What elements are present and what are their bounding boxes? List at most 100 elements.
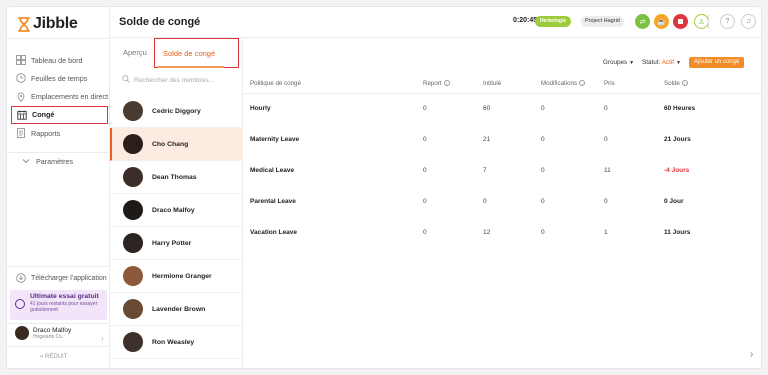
member-name: Dean Thomas — [152, 173, 197, 181]
cell-balance: -4 Jours — [664, 167, 690, 174]
table-row[interactable]: Medical Leave 0 7 0 11 -4 Jours — [243, 156, 761, 187]
sidebar-divider — [7, 38, 110, 39]
member-name: Lavender Brown — [152, 305, 206, 313]
add-leave-button[interactable]: Ajouter un congé — [688, 57, 745, 68]
logo[interactable]: Jibble — [18, 15, 78, 33]
sidebar-item-live-locations[interactable]: Emplacements en direct — [11, 88, 108, 106]
user-profile[interactable]: Draco Malfoy Hogwarts Co. — [15, 326, 71, 340]
header-divider — [708, 15, 709, 29]
column-header-policy: Politique de congé — [250, 80, 301, 87]
sidebar-item-dashboard[interactable]: Tableau de bord — [11, 51, 108, 69]
notifications-button[interactable]: ♫ — [741, 14, 756, 29]
download-icon — [16, 273, 26, 283]
member-search-input[interactable]: Rechercher des membres... — [122, 75, 214, 85]
table-row[interactable]: Maternity Leave 0 21 0 0 21 Jours — [243, 125, 761, 156]
column-header-initial: Intitulé — [483, 80, 502, 87]
groups-label: Groupes — [603, 59, 628, 66]
list-item[interactable]: Hermione Granger — [110, 260, 243, 293]
trial-title: Ultimate essai gratuit — [30, 293, 99, 300]
table-header: Politique de congé Report i Intitulé Modi… — [243, 74, 761, 94]
download-app-link[interactable]: Télécharger l'application — [16, 273, 107, 283]
member-name: Cho Chang — [152, 140, 189, 148]
break-button[interactable]: ☕ — [654, 14, 669, 29]
sidebar-item-reports[interactable]: Rapports — [11, 124, 108, 142]
double-chevron-left-icon: « — [40, 354, 44, 360]
sidebar-item-label: Rapports — [31, 128, 61, 138]
help-button[interactable]: ? — [720, 14, 735, 29]
groups-filter[interactable]: Groupes ▼ — [603, 59, 634, 66]
sidebar-item-settings[interactable]: Paramètres — [16, 152, 73, 170]
leave-balance-table-area: Groupes ▼ Statut: Actif ▼ Ajouter un congé… — [243, 38, 761, 368]
swap-icon: ⇄ — [639, 18, 646, 26]
hourglass-logo-icon — [18, 16, 30, 32]
cell-modifications: 0 — [541, 229, 545, 236]
cell-carryover: 0 — [423, 229, 427, 236]
sidebar-item-label: Tableau de bord — [31, 55, 83, 65]
dashboard-icon — [16, 55, 26, 65]
member-name: Draco Malfoy — [152, 206, 195, 214]
sidebar-item-leave[interactable]: Congé — [11, 105, 108, 124]
timer-readout: 0:20:45 — [513, 17, 538, 24]
sidebar-item-label: Congé — [32, 110, 55, 120]
tab-overview[interactable]: Aperçu — [123, 38, 147, 68]
column-header-modifications: Modifications i — [541, 80, 586, 87]
clock-out-button[interactable] — [673, 14, 688, 29]
calendar-icon — [17, 110, 27, 120]
cell-initial: 12 — [483, 229, 491, 236]
scroll-right-icon[interactable]: › — [750, 349, 753, 360]
status-filter[interactable]: Statut: Actif ▼ — [642, 59, 681, 66]
cell-balance: 60 Heures — [664, 105, 696, 112]
stop-icon — [678, 19, 683, 24]
user-name: Draco Malfoy — [33, 326, 72, 334]
cell-carryover: 0 — [423, 105, 427, 112]
avatar — [123, 167, 143, 187]
download-app-label: Télécharger l'application — [31, 274, 107, 282]
column-label: Solde — [664, 80, 680, 87]
cell-carryover: 0 — [423, 136, 427, 143]
list-item[interactable]: Cedric Diggory — [110, 95, 243, 128]
project-badge[interactable]: Project Hagrid — [581, 16, 624, 27]
user-status-button[interactable]: ♙ — [694, 14, 709, 29]
column-label: Report — [423, 80, 442, 87]
sidebar-nav: Tableau de bord Feuilles de temps Emplac… — [11, 51, 108, 142]
info-icon[interactable]: i — [443, 80, 450, 87]
table-row[interactable]: Parental Leave 0 0 0 0 0 Jour — [243, 187, 761, 218]
list-item[interactable]: Draco Malfoy — [110, 194, 243, 227]
search-icon — [122, 75, 130, 85]
activity-badge[interactable]: Herbologie — [535, 16, 572, 27]
cell-initial: 7 — [483, 167, 487, 174]
cell-modifications: 0 — [541, 167, 545, 174]
tab-leave-balance[interactable]: Solde de congé — [154, 38, 239, 68]
list-item[interactable]: Lavender Brown — [110, 293, 243, 326]
sidebar-item-label: Emplacements en direct — [31, 92, 109, 102]
table-row[interactable]: Hourly 0 60 0 0 60 Heures — [243, 94, 761, 125]
info-icon[interactable]: i — [579, 80, 586, 87]
toolbar: Groupes ▼ Statut: Actif ▼ Ajouter un congé — [603, 57, 745, 68]
cell-policy: Maternity Leave — [250, 136, 300, 143]
chevron-right-icon[interactable]: › — [101, 334, 104, 343]
sidebar-item-timesheets[interactable]: Feuilles de temps — [11, 69, 108, 87]
avatar — [123, 299, 143, 319]
list-item[interactable]: Harry Potter — [110, 227, 243, 260]
switch-activity-button[interactable]: ⇄ — [635, 14, 650, 29]
cell-policy: Medical Leave — [250, 167, 295, 174]
avatar — [123, 134, 143, 154]
list-item[interactable]: Dean Thomas — [110, 161, 243, 194]
collapse-sidebar-button[interactable]: « RÉDUIT — [40, 354, 67, 360]
cell-carryover: 0 — [423, 198, 427, 205]
info-icon[interactable]: i — [681, 80, 688, 87]
cell-balance: 11 Jours — [664, 229, 691, 236]
cell-balance: 21 Jours — [664, 136, 691, 143]
table-row[interactable]: Vacation Leave 0 12 0 1 11 Jours — [243, 218, 761, 249]
column-label: Modifications — [541, 80, 578, 87]
list-item[interactable]: Ron Weasley — [110, 326, 243, 359]
cell-policy: Hourly — [250, 105, 271, 112]
coffee-icon: ☕ — [657, 18, 666, 26]
cell-balance: 0 Jour — [664, 198, 684, 205]
cell-carryover: 0 — [423, 167, 427, 174]
cell-initial: 60 — [483, 105, 491, 112]
trial-banner[interactable]: Ultimate essai gratuit 41 jours restants… — [10, 290, 107, 320]
members-panel: Aperçu Solde de congé Rechercher des mem… — [110, 38, 243, 368]
sidebar-item-label: Feuilles de temps — [31, 73, 88, 83]
list-item[interactable]: Cho Chang — [110, 128, 243, 161]
